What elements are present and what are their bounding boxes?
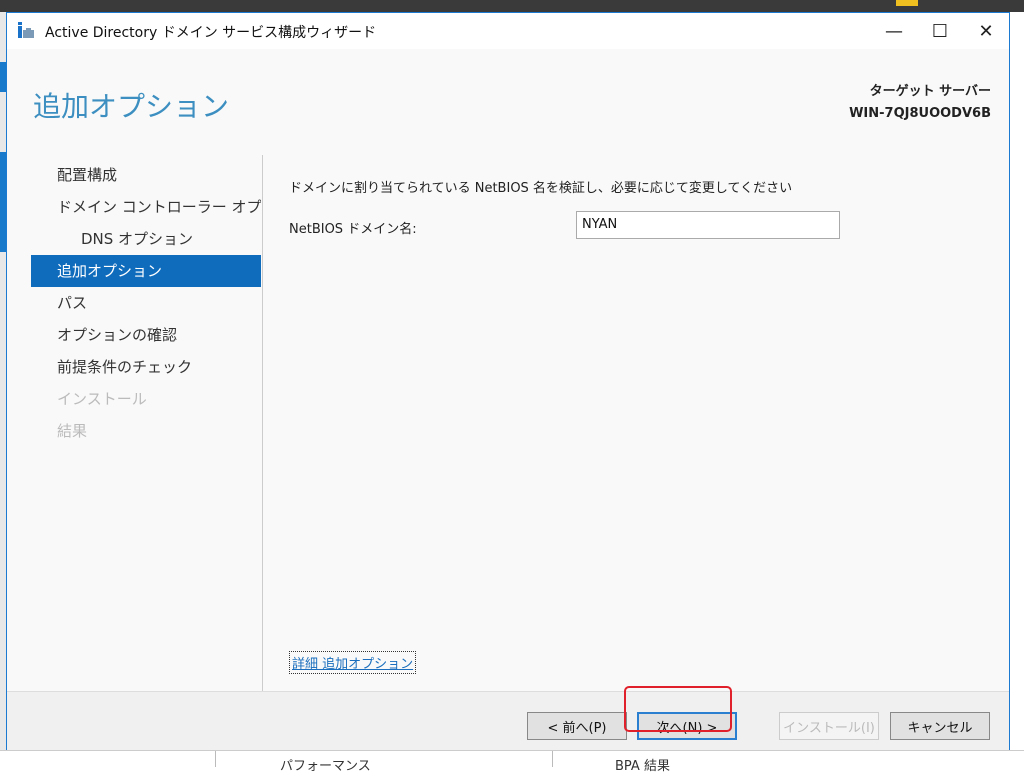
nav-item-disabled: 結果 [57,422,88,440]
wizard-steps: 配置構成 ドメイン コントローラー オプション DNS オプション 追加オプショ… [31,159,261,447]
divider [262,155,263,691]
divider [215,751,216,767]
divider [552,751,553,767]
taskbar-strip [0,0,1024,12]
back-button[interactable]: < 前へ(P) [527,712,627,740]
nav-item[interactable]: オプションの確認 [31,319,261,351]
server-manager-icon [18,22,34,38]
bg-performance-label: パフォーマンス [280,759,371,774]
nav-item[interactable]: 前提条件のチェック [31,351,261,383]
cancel-button[interactable]: キャンセル [890,712,990,740]
bg-bpa-label: BPA 結果 [615,759,670,774]
minimize-button[interactable]: — [871,13,917,49]
nav-item-active[interactable]: 追加オプション [31,255,261,287]
page-title: 追加オプション [33,90,230,123]
netbios-domain-input[interactable]: NYAN [576,211,840,239]
description: ドメインに割り当てられている NetBIOS 名を検証し、必要に応じて変更してく… [289,181,793,196]
target-server-name: WIN-7QJ8UOODV6B [849,106,991,121]
notification-marker [896,0,918,6]
nav-item-disabled: インストール [57,390,147,408]
nav-item[interactable]: ドメイン コントローラー オプション [31,191,261,223]
nav-item[interactable]: 配置構成 [31,159,261,191]
wizard-window: Active Directory ドメイン サービス構成ウィザード — ☐ ✕ … [6,12,1010,750]
target-server-label: ターゲット サーバー [869,84,991,99]
nav-item[interactable]: パス [31,287,261,319]
highlight-annotation [624,686,732,732]
window-title: Active Directory ドメイン サービス構成ウィザード [45,25,377,41]
button-bar: < 前へ(P) 次へ(N) > インストール(I) キャンセル [7,691,1009,750]
close-button[interactable]: ✕ [963,13,1009,49]
netbios-label: NetBIOS ドメイン名: [289,222,417,237]
target-server: ターゲット サーバー WIN-7QJ8UOODV6B [849,81,991,125]
install-button: インストール(I) [779,712,879,740]
more-options-link[interactable]: 詳細 追加オプション [289,651,417,674]
background-window: パフォーマンス BPA 結果 [0,750,1024,774]
maximize-button[interactable]: ☐ [917,13,963,49]
title-bar[interactable]: Active Directory ドメイン サービス構成ウィザード — ☐ ✕ [7,13,1009,49]
nav-item[interactable]: DNS オプション [31,223,261,255]
